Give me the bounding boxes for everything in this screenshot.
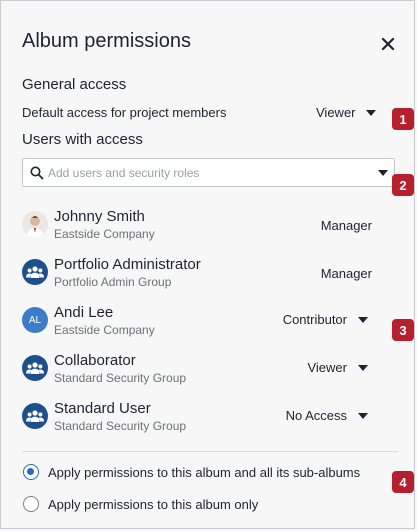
apply-option-album-only[interactable]: Apply permissions to this album only [23, 496, 258, 512]
callout-badge-3: 3 [392, 319, 414, 341]
user-row-collaborator: Collaborator Standard Security Group Vie… [22, 352, 382, 392]
user-role: Manager [320, 218, 372, 233]
user-role-select[interactable]: Viewer [307, 360, 368, 375]
user-name: Collaborator [54, 352, 136, 369]
user-photo-icon [22, 211, 48, 237]
add-users-search[interactable] [22, 158, 395, 187]
users-with-access-heading: Users with access [22, 131, 143, 148]
user-name: Standard User [54, 400, 151, 417]
user-org: Eastside Company [54, 227, 155, 241]
dialog-title: Album permissions [22, 30, 191, 52]
search-icon [30, 166, 44, 180]
user-row-andi-lee: AL Andi Lee Eastside Company Contributor [22, 304, 382, 344]
user-org: Standard Security Group [54, 371, 187, 385]
user-role: Contributor [282, 312, 347, 327]
close-icon [381, 37, 395, 51]
user-org: Standard Security Group [54, 419, 187, 433]
chevron-down-icon [358, 412, 368, 419]
user-row-portfolio-administrator: Portfolio Administrator Portfolio Admin … [22, 256, 382, 296]
callout-badge-4: 4 [392, 471, 414, 493]
user-role: No Access [285, 408, 347, 423]
add-users-input[interactable] [48, 163, 368, 182]
user-role: Manager [320, 266, 372, 281]
chevron-down-icon [365, 109, 376, 116]
group-icon [26, 362, 44, 374]
avatar: AL [22, 307, 48, 333]
avatar [22, 355, 48, 381]
user-row-johnny-smith: Johnny Smith Eastside Company Manager [22, 208, 382, 248]
default-access-select[interactable]: Viewer [316, 105, 376, 120]
avatar [22, 403, 48, 429]
apply-option-label: Apply permissions to this album and all … [48, 464, 361, 480]
user-org: Eastside Company [54, 323, 155, 337]
user-name: Portfolio Administrator [54, 256, 201, 273]
chevron-down-icon [358, 364, 368, 371]
avatar [22, 259, 48, 285]
default-access-value: Viewer [316, 105, 356, 120]
radio-button-unchecked[interactable] [23, 496, 39, 512]
chevron-down-icon[interactable] [378, 170, 388, 176]
general-access-heading: General access [22, 76, 127, 93]
user-name: Johnny Smith [54, 208, 145, 225]
apply-option-label: Apply permissions to this album only [48, 496, 259, 512]
group-icon [26, 266, 44, 278]
user-role-select[interactable]: No Access [286, 408, 368, 423]
callout-badge-1: 1 [392, 108, 414, 130]
default-access-label: Default access for project members [22, 105, 227, 120]
callout-badge-2: 2 [392, 174, 414, 196]
group-icon [26, 410, 44, 422]
section-divider [22, 451, 398, 452]
chevron-down-icon [358, 316, 368, 323]
user-role: Viewer [307, 360, 347, 375]
user-row-standard-user: Standard User Standard Security Group No… [22, 400, 382, 440]
apply-option-album-and-subalbums[interactable]: Apply permissions to this album and all … [23, 464, 360, 480]
user-role-select[interactable]: Contributor [283, 312, 368, 327]
close-button[interactable] [379, 35, 397, 53]
radio-button-checked[interactable] [23, 464, 39, 480]
album-permissions-dialog: Album permissions General access Default… [0, 0, 415, 529]
user-name: Andi Lee [54, 304, 114, 321]
user-org: Portfolio Admin Group [54, 275, 172, 289]
avatar [22, 211, 48, 237]
